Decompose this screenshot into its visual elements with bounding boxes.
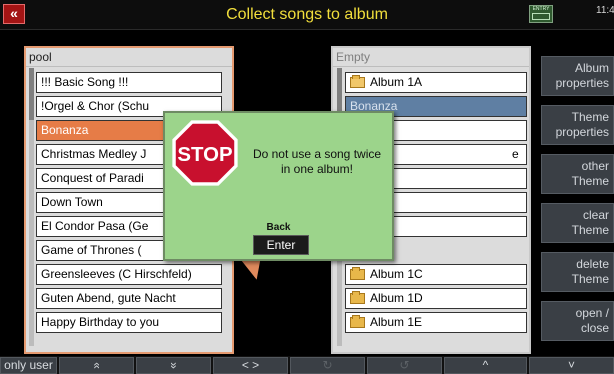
button-label: open / xyxy=(575,306,609,320)
album-properties-button[interactable]: Album properties xyxy=(541,56,614,96)
pool-item[interactable]: Guten Abend, gute Nacht xyxy=(36,288,222,309)
button-label: properties xyxy=(555,76,609,90)
folder-icon xyxy=(350,291,365,304)
button-label: close xyxy=(580,321,609,335)
pool-scrollbar-thumb[interactable] xyxy=(29,68,34,120)
redo-button[interactable]: ↻ xyxy=(290,357,365,374)
chevron-up-icon: ^ xyxy=(482,358,489,372)
pool-scrollbar[interactable] xyxy=(29,68,34,346)
album-item-label: Album 1A xyxy=(370,75,423,89)
undo-button[interactable]: ↺ xyxy=(367,357,442,374)
folder-icon xyxy=(350,315,365,328)
undo-icon: ↺ xyxy=(399,358,410,372)
album-item[interactable]: Album 1C xyxy=(345,264,527,285)
chevron-down-icon: ˅ xyxy=(567,358,575,372)
button-label: clear xyxy=(582,208,609,222)
only-user-button[interactable]: only user xyxy=(0,357,57,374)
button-label: Album xyxy=(574,61,609,75)
pool-panel-title: pool xyxy=(26,48,232,67)
redo-icon: ↻ xyxy=(322,358,333,372)
warning-dialog: STOP Do not use a song twice in one albu… xyxy=(163,111,394,261)
stop-sign-icon: STOP xyxy=(172,120,238,186)
enter-button[interactable]: Enter xyxy=(253,235,309,255)
status-icon xyxy=(532,13,550,20)
button-label: properties xyxy=(555,125,609,139)
album-item-label: e xyxy=(512,147,519,161)
bottom-toolbar: only user » » < > ↻ ↺ ^ ˅ xyxy=(0,356,614,374)
page-title: Collect songs to album xyxy=(226,6,388,23)
button-label: Theme xyxy=(571,110,609,124)
button-label: other xyxy=(581,159,609,173)
button-label: Theme xyxy=(571,223,609,237)
double-chevron-up-icon: » xyxy=(89,362,103,369)
move-up-button[interactable]: ^ xyxy=(444,357,527,374)
dialog-back-label: Back xyxy=(266,222,291,233)
delete-theme-button[interactable]: delete Theme xyxy=(541,252,614,292)
pool-item[interactable]: Greensleeves (C Hirschfeld) xyxy=(36,264,222,285)
open-close-button[interactable]: open / close xyxy=(541,301,614,341)
title-bar: « Collect songs to album ENTRY 11:4 xyxy=(0,0,614,30)
left-right-arrows-icon: < > xyxy=(241,358,260,372)
dialog-message: Do not use a song twice in one album! xyxy=(252,147,382,176)
stop-sign-text: STOP xyxy=(177,144,232,166)
album-item[interactable]: Album 1A xyxy=(345,72,527,93)
open-folder-icon xyxy=(350,75,365,88)
album-item-label: Album 1E xyxy=(370,315,423,329)
pool-item[interactable]: Happy Birthday to you xyxy=(36,312,222,333)
album-item-label: Album 1D xyxy=(370,291,423,305)
pool-item[interactable]: !!! Basic Song !!! xyxy=(36,72,222,93)
page-up-button[interactable]: » xyxy=(59,357,134,374)
status-indicator-label: ENTRY xyxy=(532,6,550,12)
theme-properties-button[interactable]: Theme properties xyxy=(541,105,614,145)
folder-icon xyxy=(350,267,365,280)
album-panel-title: Empty xyxy=(333,48,529,67)
album-item[interactable]: Album 1E xyxy=(345,312,527,333)
button-label: only user xyxy=(4,358,53,372)
button-label: Theme xyxy=(571,174,609,188)
button-label: delete xyxy=(576,257,609,271)
other-theme-button[interactable]: other Theme xyxy=(541,154,614,194)
album-item-label: Album 1C xyxy=(370,267,423,281)
clear-theme-button[interactable]: clear Theme xyxy=(541,203,614,243)
status-indicator: ENTRY xyxy=(529,5,553,23)
button-label: Theme xyxy=(571,272,609,286)
album-item[interactable]: Album 1D xyxy=(345,288,527,309)
page-down-button[interactable]: » xyxy=(136,357,211,374)
double-chevron-down-icon: » xyxy=(167,362,181,369)
move-down-button[interactable]: ˅ xyxy=(529,357,614,374)
move-left-right-button[interactable]: < > xyxy=(213,357,288,374)
clock: 11:4 xyxy=(596,5,614,16)
